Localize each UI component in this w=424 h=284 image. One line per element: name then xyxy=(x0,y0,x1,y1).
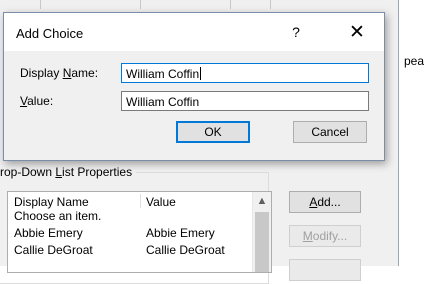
list-item[interactable]: Callie DeGroat Callie DeGroat xyxy=(8,243,252,259)
toolbar-segment xyxy=(230,0,271,9)
document-text: pear xyxy=(404,54,424,68)
list-item[interactable]: Abbie Emery Abbie Emery xyxy=(8,226,252,242)
list-item-value: Abbie Emery xyxy=(146,226,215,240)
ok-button[interactable]: OK xyxy=(176,121,250,143)
value-field[interactable]: William Coffin xyxy=(121,91,369,111)
list-item-name: Choose an item. xyxy=(14,209,102,223)
list-item-value: Callie DeGroat xyxy=(146,243,225,257)
close-icon[interactable]: ✕ xyxy=(342,22,372,44)
display-name-label: Display Name: xyxy=(20,66,99,80)
remove-button[interactable] xyxy=(289,259,361,281)
scroll-up-icon[interactable]: ▲ xyxy=(253,192,271,210)
choices-list[interactable]: Display Name Value Choose an item. Abbie… xyxy=(7,191,272,273)
dialog-title: Add Choice xyxy=(16,26,84,41)
text-caret xyxy=(200,67,202,80)
window-edge xyxy=(398,0,399,266)
add-button[interactable]: Add... xyxy=(289,191,361,213)
toolbar-segment xyxy=(140,0,231,9)
list-item[interactable]: Choose an item. xyxy=(8,209,252,225)
modify-button[interactable]: Modify... xyxy=(289,225,361,247)
list-item-name: Abbie Emery xyxy=(14,226,83,240)
help-button[interactable]: ? xyxy=(284,24,308,44)
background-toolbar xyxy=(0,0,398,10)
column-divider[interactable] xyxy=(140,194,141,208)
display-name-field[interactable]: William Coffin xyxy=(121,63,369,83)
list-header: Display Name Value xyxy=(8,192,252,210)
column-header-value[interactable]: Value xyxy=(146,195,176,209)
cancel-button[interactable]: Cancel xyxy=(293,121,367,143)
scroll-thumb[interactable] xyxy=(255,212,269,272)
toolbar-segment xyxy=(0,0,41,9)
add-choice-dialog: Add Choice ? ✕ Display Name: William Cof… xyxy=(3,12,385,161)
column-header-display-name[interactable]: Display Name xyxy=(14,195,89,209)
toolbar-segment xyxy=(40,0,141,9)
value-label: Value: xyxy=(20,94,54,108)
list-scrollbar[interactable]: ▲ xyxy=(252,192,271,272)
dialog-titlebar[interactable]: Add Choice ? ✕ xyxy=(4,13,384,51)
group-title: rop-Down List Properties xyxy=(0,165,137,179)
list-item-name: Callie DeGroat xyxy=(14,243,93,257)
